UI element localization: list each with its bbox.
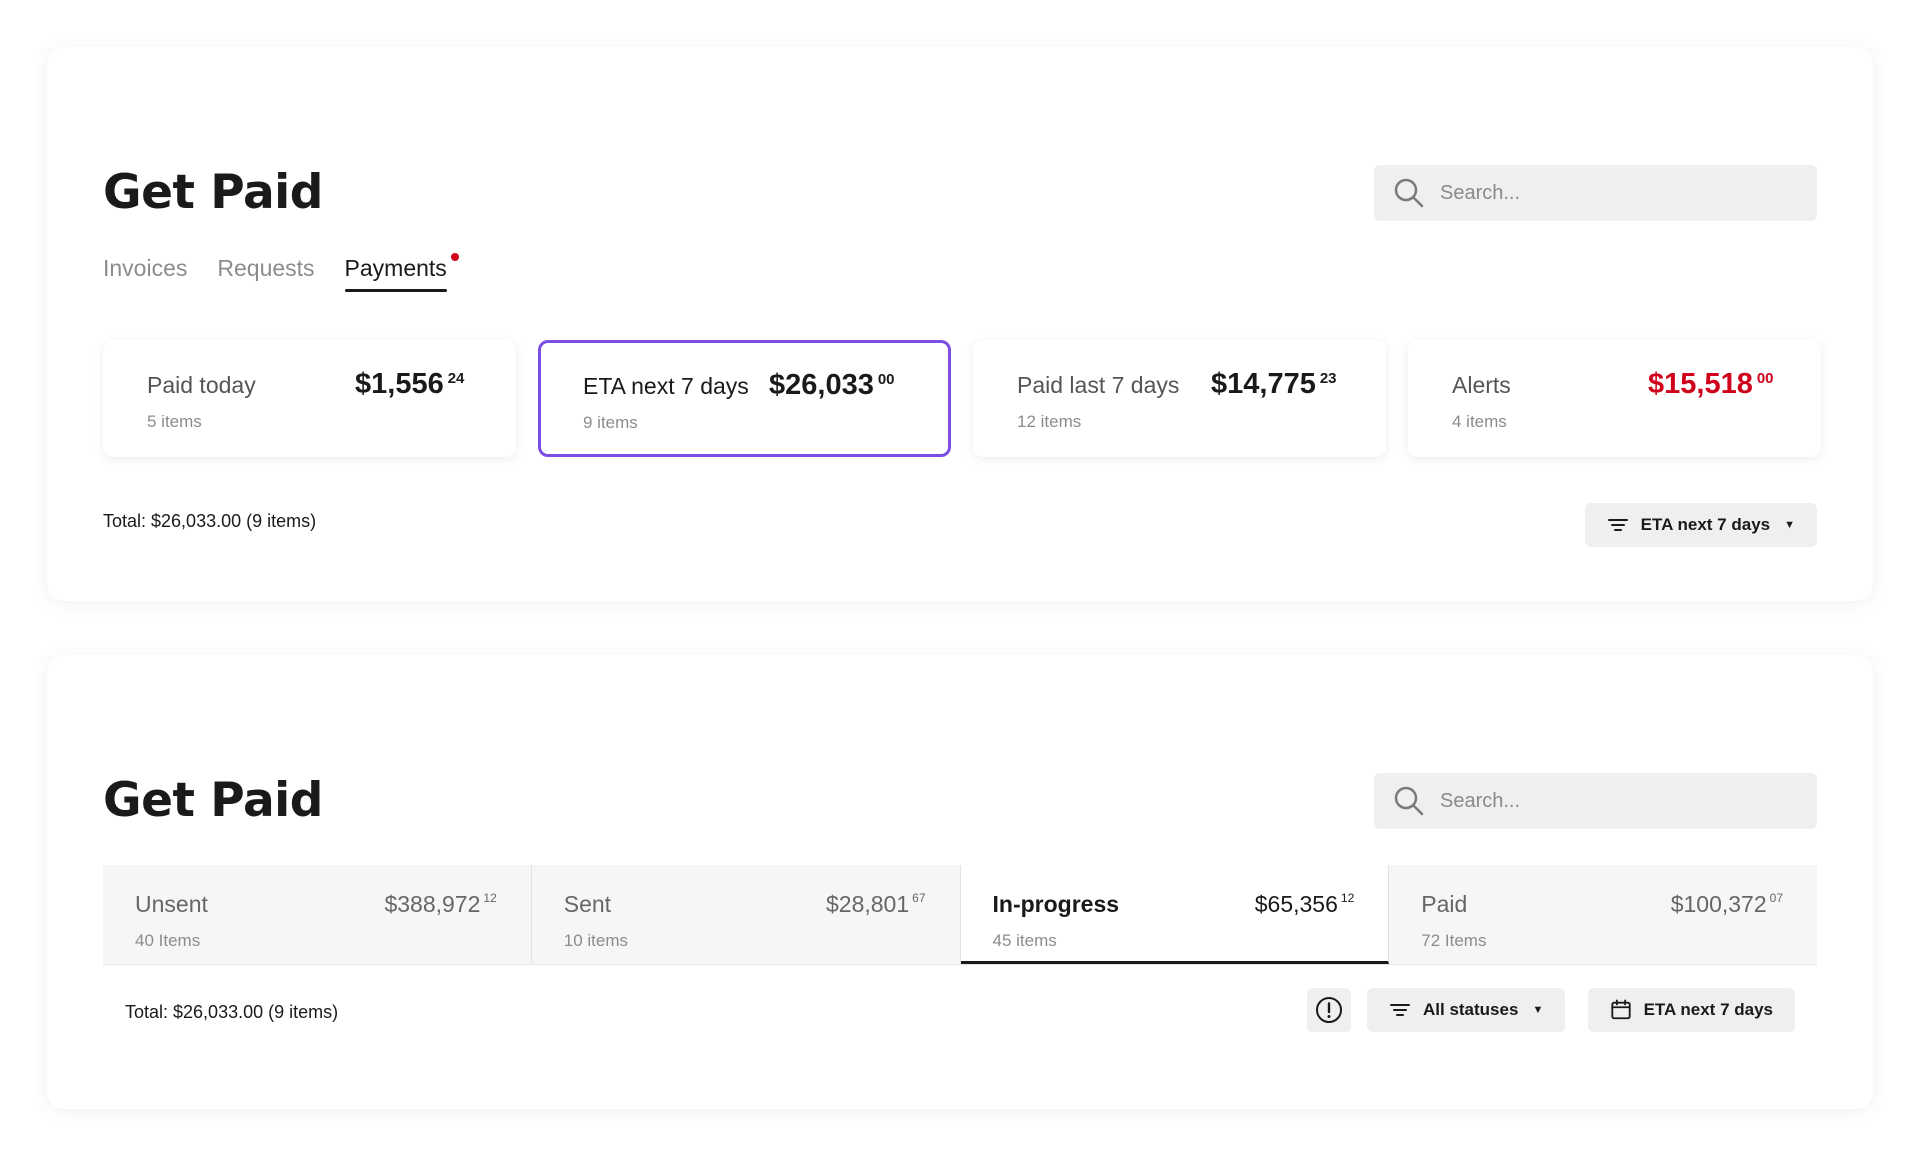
page-title: Get Paid [103,773,323,828]
filter-label: All statuses [1423,1000,1519,1019]
alert-button[interactable] [1307,988,1351,1032]
tab-invoices[interactable]: Invoices [103,255,187,292]
tab-bar: Invoices Requests Payments [103,253,459,292]
status-tab-amount: $65,356 12 [1255,891,1355,918]
search-box[interactable] [1374,165,1817,221]
status-tab-label: Sent [563,891,612,917]
filter-label: ETA next 7 days [1640,515,1771,534]
status-tab-count: 45 items [992,931,1057,950]
status-tab-amount: $28,801 67 [826,891,926,918]
status-tab-label: In-progress [992,891,1120,917]
amount-dollars: $1,556 [355,368,444,400]
status-tab-paid[interactable]: Paid 72 Items $100,372 07 [1389,865,1817,964]
status-tabs: Unsent 40 Items $388,972 12 Sent 10 items… [103,865,1817,965]
amount-dollars: $14,775 [1211,368,1316,400]
alert-circle-icon [1316,997,1342,1023]
amount-cents: 07 [1769,891,1783,905]
search-icon [1394,786,1424,816]
status-tab-in-progress[interactable]: In-progress 45 items $65,356 12 [960,865,1390,964]
status-tab-sent[interactable]: Sent 10 items $28,801 67 [531,865,961,964]
notification-dot [450,253,459,261]
card-amount: $26,033 00 [769,369,895,402]
status-tab-count: 72 Items [1421,931,1487,950]
card-amount: $14,775 23 [1211,368,1337,401]
card-count: 5 items [147,412,202,431]
tab-label: Payments [344,255,447,281]
status-tab-count: 10 items [563,931,628,950]
chevron-down-icon: ▼ [1532,1004,1544,1016]
status-filter-button[interactable]: All statuses ▼ [1367,988,1566,1032]
card-label: Alerts [1452,372,1511,398]
summary-cards: Paid today 5 items $1,556 24 ETA next 7 d… [103,340,1821,457]
card-label: Paid last 7 days [1017,372,1180,398]
card-alerts[interactable]: Alerts 4 items $15,518 00 [1408,340,1821,457]
card-label: ETA next 7 days [583,373,749,399]
total-summary: Total: $26,033.00 (9 items) [103,511,317,531]
eta-filter-button[interactable]: ETA next 7 days ▼ [1584,503,1817,547]
search-box[interactable] [1374,773,1817,829]
card-label: Paid today [147,372,256,398]
tab-payments[interactable]: Payments [344,253,459,292]
card-eta-next-7-days[interactable]: ETA next 7 days 9 items $26,033 00 [538,340,951,457]
status-tab-label: Unsent [135,891,208,917]
search-input[interactable] [1440,789,1800,813]
tab-requests[interactable]: Requests [217,255,314,292]
amount-dollars: $65,356 [1254,891,1338,917]
amount-cents: 24 [447,370,465,387]
amount-dollars: $28,801 [826,891,910,917]
filter-icon [1607,519,1628,531]
status-tab-amount: $388,972 12 [384,891,496,918]
amount-dollars: $100,372 [1670,891,1767,917]
amount-cents: 00 [877,371,895,388]
amount-cents: 00 [1756,370,1774,387]
tab-label: Invoices [103,255,188,281]
status-tab-label: Paid [1421,891,1468,917]
get-paid-panel-top: Get Paid Invoices Requests Payments Paid… [47,47,1873,601]
page-title: Get Paid [103,165,323,220]
chevron-down-icon: ▼ [1784,519,1795,531]
card-paid-today[interactable]: Paid today 5 items $1,556 24 [103,340,516,457]
card-count: 12 items [1017,412,1082,431]
get-paid-panel-bottom: Get Paid Unsent 40 Items $388,97212 Sent… [47,655,1873,1109]
amount-dollars: $26,033 [769,369,874,401]
filter-label: ETA next 7 days [1643,1000,1773,1019]
card-paid-last-7-days[interactable]: Paid last 7 days 12 items $14,775 23 [973,340,1386,457]
tab-label: Requests [217,255,315,281]
status-tab-unsent[interactable]: Unsent 40 Items $388,972 12 [103,865,532,964]
card-count: 9 items [583,413,638,432]
amount-dollars: $15,518 [1648,368,1753,400]
status-tab-amount: $100,372 07 [1671,891,1783,918]
search-input[interactable] [1440,181,1800,205]
amount-cents: 23 [1319,370,1337,387]
date-filter-button[interactable]: ETA next 7 days [1587,988,1795,1032]
card-amount: $1,556 24 [355,368,464,401]
status-tab-count: 40 Items [135,931,201,950]
filter-icon [1390,1004,1410,1016]
search-icon [1394,178,1424,208]
calendar-icon [1610,999,1631,1020]
amount-cents: 67 [912,891,926,905]
amount-cents: 12 [483,891,497,905]
amount-cents: 12 [1340,891,1355,905]
amount-dollars: $388,972 [384,891,481,917]
total-summary: Total: $26,033.00 (9 items) [125,1002,339,1022]
card-count: 4 items [1452,412,1507,431]
card-amount: $15,518 00 [1648,368,1774,401]
